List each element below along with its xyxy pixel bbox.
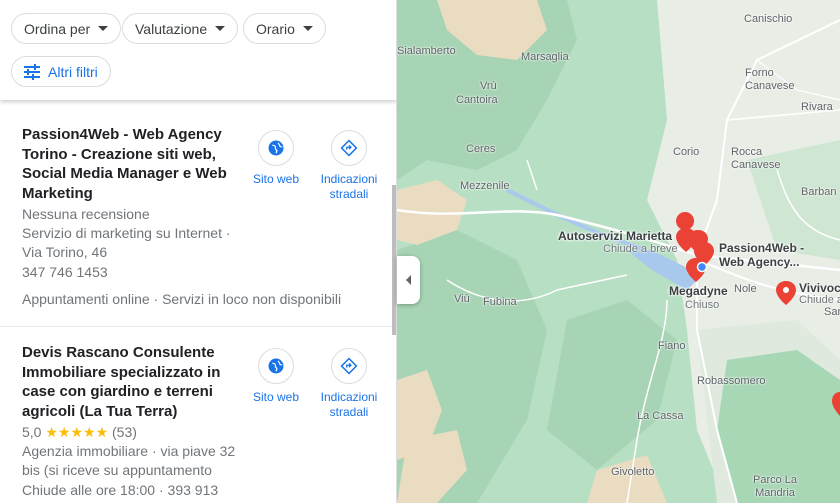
directions-label: Indicazioni stradali xyxy=(320,390,378,419)
map-town-label: Parco La Mandria xyxy=(753,474,798,499)
map-town-label: Viù xyxy=(454,293,470,305)
result-extra: Appuntamenti online · Servizi in loco no… xyxy=(22,291,342,307)
map-town-label: Marsaglia xyxy=(521,51,569,63)
result-title[interactable]: Passion4Web - Web Agency Torino - Creazi… xyxy=(22,125,238,203)
rating-value: 5,0 xyxy=(22,424,42,440)
map-town-label: Vrù xyxy=(480,80,497,92)
map-town-label: Cantoira xyxy=(456,94,498,106)
map-town-label: Corio xyxy=(673,146,700,158)
place-label-passion4web[interactable]: Passion4Web - Web Agency... xyxy=(719,241,804,269)
map-town-label: Fubina xyxy=(483,296,517,308)
map-town-label: Mezzenile xyxy=(460,180,510,192)
results-panel: Ordina per Valutazione Orario Altri filt… xyxy=(0,0,397,503)
directions-label: Indicazioni stradali xyxy=(320,172,378,201)
place-label-vivivoc[interactable]: Vivivoc xyxy=(799,281,840,295)
place-label-autoservizi[interactable]: Autoservizi Marietta xyxy=(558,229,672,243)
collapse-panel-button[interactable] xyxy=(397,256,420,304)
review-summary: Nessuna recensione xyxy=(22,206,150,222)
directions-icon xyxy=(331,130,367,166)
result-category: Agenzia immobiliare · via piave 32 xyxy=(22,443,236,459)
map-town-label: Nole xyxy=(734,283,757,295)
hours-label: Orario xyxy=(256,20,295,37)
map-town-label: Rocca Canavese xyxy=(731,146,781,171)
place-status: Chiuso xyxy=(685,299,720,311)
website-button[interactable]: Sito web xyxy=(236,348,316,405)
result-phone: 347 746 1453 xyxy=(22,264,108,280)
rating-label: Valutazione xyxy=(135,20,208,37)
map-town-label: Rivara xyxy=(801,101,833,113)
result-address: Via Torino, 46 xyxy=(22,244,108,260)
map-town-label: Sialamberto xyxy=(397,45,456,57)
directions-button[interactable]: Indicazioni stradali xyxy=(309,130,389,202)
star-rating-icon: ★★★★★ xyxy=(45,424,109,440)
map-town-label: Ceres xyxy=(466,143,496,155)
result-card[interactable]: Passion4Web - Web Agency Torino - Creazi… xyxy=(0,101,396,327)
map-town-label: Givoletto xyxy=(611,466,655,478)
sort-chip[interactable]: Ordina per xyxy=(11,13,122,44)
place-status: Chiude a breve xyxy=(603,243,678,255)
place-label-megadyne[interactable]: Megadyne xyxy=(669,284,728,298)
chevron-down-icon xyxy=(98,26,109,31)
result-card[interactable]: Devis Rascano Consulente Immobiliare spe… xyxy=(0,327,396,503)
more-filters-chip[interactable]: Altri filtri xyxy=(11,56,111,87)
more-filters-label: Altri filtri xyxy=(48,63,98,80)
review-count: (53) xyxy=(112,424,137,440)
rating-chip[interactable]: Valutazione xyxy=(122,13,239,44)
globe-icon xyxy=(258,348,294,384)
map-town-label: Robassomero xyxy=(697,375,766,387)
map-town-label: Barban xyxy=(801,186,837,198)
map-town-label: La Cassa xyxy=(637,410,684,422)
rating-row: 5,0 ★★★★★ (53) xyxy=(22,424,137,441)
chevron-down-icon xyxy=(302,26,313,31)
hours-chip[interactable]: Orario xyxy=(243,13,326,44)
website-label: Sito web xyxy=(252,172,300,186)
chevron-left-icon xyxy=(406,275,411,285)
map-town-label: Canischio xyxy=(744,13,793,25)
tune-icon xyxy=(24,63,40,80)
chevron-down-icon xyxy=(215,26,226,31)
map-town-label: Forno Canavese xyxy=(745,67,795,92)
result-category: Servizio di marketing su Internet · xyxy=(22,225,231,241)
map-town-label: Fiano xyxy=(658,340,686,352)
globe-icon xyxy=(258,130,294,166)
map-canvas[interactable]: Canischio Sialamberto Marsaglia Forno Ca… xyxy=(397,0,840,503)
website-button[interactable]: Sito web xyxy=(236,130,316,187)
website-label: Sito web xyxy=(252,390,300,404)
directions-button[interactable]: Indicazioni stradali xyxy=(309,348,389,420)
sort-label: Ordina per xyxy=(24,20,91,37)
directions-icon xyxy=(331,348,367,384)
result-title[interactable]: Devis Rascano Consulente Immobiliare spe… xyxy=(22,343,238,421)
result-hours: Chiude alle ore 18:00 · 393 913 xyxy=(22,482,219,498)
filter-bar: Ordina per Valutazione Orario Altri filt… xyxy=(0,0,396,100)
map-town-label: San F xyxy=(824,306,840,318)
result-address: bis (si riceve su appuntamento xyxy=(22,462,212,478)
place-status: Chiude a xyxy=(799,294,840,306)
